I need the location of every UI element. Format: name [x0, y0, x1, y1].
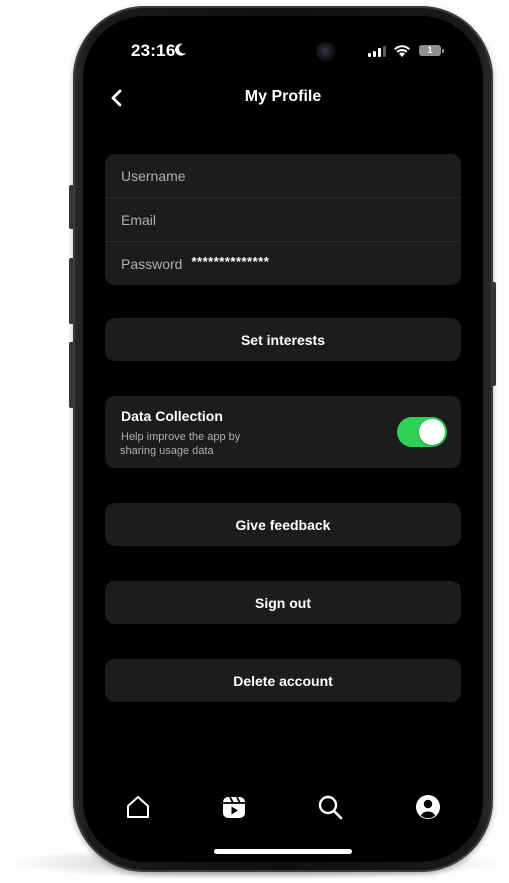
reels-icon	[223, 796, 245, 818]
data-collection-description-line1: Help improve the app by	[121, 431, 241, 443]
home-indicator[interactable]	[214, 849, 352, 854]
battery-level: 1	[427, 45, 433, 55]
cellular-signal-icon	[368, 46, 386, 57]
sign-out-button[interactable]: Sign out	[105, 581, 461, 624]
data-collection-toggle[interactable]	[397, 417, 447, 447]
wifi-icon	[394, 45, 410, 57]
status-time: 23:16	[131, 41, 176, 60]
status-bar: 23:16 1	[83, 16, 483, 76]
set-interests-label: Set interests	[240, 331, 326, 348]
password-field[interactable]: Password **************	[105, 241, 461, 285]
email-field[interactable]: Email	[105, 197, 461, 241]
username-label: Username	[121, 167, 186, 184]
data-collection-card: Data Collection Help improve the app by …	[105, 396, 461, 468]
password-label: Password	[121, 255, 183, 272]
give-feedback-button[interactable]: Give feedback	[105, 503, 461, 546]
tab-home[interactable]	[123, 792, 153, 822]
data-collection-description: Help improve the app by sharing usage da…	[120, 430, 241, 458]
tab-bar	[83, 782, 483, 832]
tab-profile[interactable]	[413, 792, 443, 822]
profile-icon	[416, 795, 440, 819]
set-interests-button[interactable]: Set interests	[105, 318, 461, 361]
account-fields-card: Username Email Password **************	[105, 154, 461, 285]
phone-screen: 23:16 1 My Profile Username Email Passwo…	[83, 16, 483, 862]
search-icon	[318, 795, 343, 820]
tab-reels[interactable]	[219, 792, 249, 822]
data-collection-title: Data Collection	[121, 408, 223, 424]
moon-icon	[175, 43, 186, 56]
toggle-knob	[419, 419, 445, 445]
password-value: **************	[191, 254, 270, 269]
page-title: My Profile	[244, 88, 322, 105]
delete-account-label: Delete account	[233, 672, 333, 689]
battery-icon: 1	[419, 45, 444, 56]
delete-account-button[interactable]: Delete account	[105, 659, 461, 702]
sign-out-label: Sign out	[255, 594, 311, 611]
data-collection-description-line2: sharing usage data	[120, 445, 214, 457]
home-icon	[127, 796, 149, 818]
give-feedback-label: Give feedback	[235, 516, 331, 533]
email-label: Email	[121, 211, 157, 228]
camera-icon	[316, 42, 336, 62]
username-field[interactable]: Username	[105, 154, 461, 197]
tab-search[interactable]	[315, 792, 345, 822]
